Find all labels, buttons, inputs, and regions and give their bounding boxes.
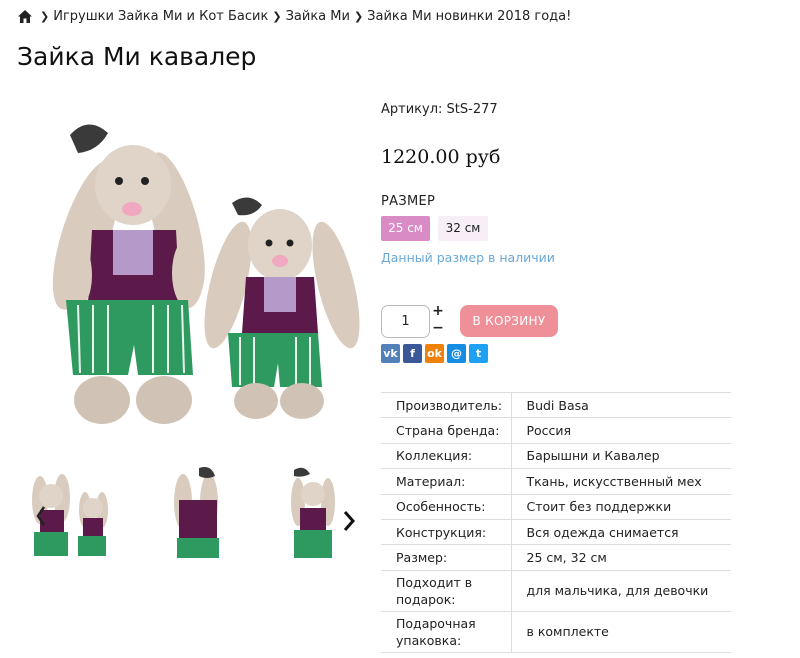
table-row: Размер: 25 см, 32 см bbox=[381, 544, 731, 571]
spec-label: Подходит в подарок: bbox=[381, 569, 512, 612]
spec-value: 25 см, 32 см bbox=[511, 544, 731, 571]
thumbnail-1[interactable] bbox=[18, 462, 108, 572]
thumbnail-strip bbox=[18, 462, 363, 572]
breadcrumb-link-toys[interactable]: Игрушки Зайка Ми и Кот Басик bbox=[53, 9, 268, 24]
spec-label: Конструкция: bbox=[381, 518, 512, 546]
product-sku: Артикул: StS-277 bbox=[381, 102, 498, 117]
spec-label: Материал: bbox=[381, 468, 512, 495]
product-main-image[interactable] bbox=[18, 105, 363, 445]
small-bunny bbox=[204, 197, 360, 419]
spec-value: Россия bbox=[511, 417, 731, 444]
size-option-25[interactable]: 25 см bbox=[381, 216, 430, 241]
table-row: Подарочная упаковка: в комплекте bbox=[381, 610, 731, 653]
size-option-32[interactable]: 32 см bbox=[438, 216, 488, 241]
chevron-right-icon[interactable] bbox=[342, 510, 356, 532]
social-share-bar: vk f ok @ t bbox=[381, 344, 488, 363]
spec-label: Особенность: bbox=[381, 493, 512, 520]
availability-text: Данный размер в наличии bbox=[381, 250, 555, 265]
vk-icon[interactable]: vk bbox=[381, 344, 400, 363]
odnoklassniki-icon[interactable]: ok bbox=[425, 344, 444, 363]
spec-label: Страна бренда: bbox=[381, 417, 512, 444]
big-bunny bbox=[52, 124, 205, 424]
spec-value: в комплекте bbox=[511, 610, 731, 653]
product-specs-table: Производитель: Budi Basa Страна бренда: … bbox=[381, 391, 731, 653]
moimir-icon[interactable]: @ bbox=[447, 344, 466, 363]
chevron-right-icon: ❯ bbox=[40, 10, 50, 23]
table-row: Материал: Ткань, искусственный мех bbox=[381, 468, 731, 495]
quantity-increase-button[interactable]: + bbox=[432, 303, 444, 319]
spec-label: Подарочная упаковка: bbox=[381, 610, 512, 653]
table-row: Подходит в подарок: для мальчика, для де… bbox=[381, 569, 731, 612]
table-row: Конструкция: Вся одежда снимается bbox=[381, 518, 731, 546]
spec-value: Ткань, искусственный мех bbox=[511, 468, 731, 495]
spec-value: для мальчика, для девочки bbox=[511, 569, 731, 612]
add-to-cart-button[interactable]: В КОРЗИНУ bbox=[460, 305, 558, 337]
breadcrumb-link-zaika-mi[interactable]: Зайка Ми bbox=[286, 9, 350, 24]
spec-value: Вся одежда снимается bbox=[511, 518, 731, 546]
product-price: 1220.00 руб bbox=[381, 146, 501, 168]
page-title: Зайка Ми кавалер bbox=[17, 42, 257, 71]
table-row: Страна бренда: Россия bbox=[381, 417, 731, 444]
spec-value: Budi Basa bbox=[511, 391, 731, 419]
spec-value: Барышни и Кавалер bbox=[511, 442, 731, 470]
spec-label: Размер: bbox=[381, 544, 512, 571]
table-row: Коллекция: Барышни и Кавалер bbox=[381, 442, 731, 470]
thumbnail-2[interactable] bbox=[153, 462, 243, 572]
quantity-decrease-button[interactable]: − bbox=[432, 320, 444, 336]
spec-label: Производитель: bbox=[381, 391, 512, 419]
breadcrumb-link-new-2018[interactable]: Зайка Ми новинки 2018 года! bbox=[367, 9, 571, 24]
chevron-left-icon[interactable] bbox=[36, 505, 46, 527]
table-row: Особенность: Стоит без поддержки bbox=[381, 493, 731, 520]
twitter-icon[interactable]: t bbox=[469, 344, 488, 363]
chevron-right-icon: ❯ bbox=[272, 10, 282, 23]
size-label: РАЗМЕР bbox=[381, 194, 436, 209]
quantity-input[interactable]: 1 bbox=[381, 305, 430, 338]
spec-label: Коллекция: bbox=[381, 442, 512, 470]
home-icon[interactable] bbox=[18, 10, 32, 23]
chevron-right-icon: ❯ bbox=[353, 10, 364, 23]
thumbnail-3[interactable] bbox=[280, 462, 370, 572]
facebook-icon[interactable]: f bbox=[403, 344, 422, 363]
spec-value: Стоит без поддержки bbox=[511, 493, 731, 520]
breadcrumb: ❯ Игрушки Зайка Ми и Кот Басик ❯ Зайка М… bbox=[18, 9, 571, 24]
table-row: Производитель: Budi Basa bbox=[381, 391, 731, 419]
